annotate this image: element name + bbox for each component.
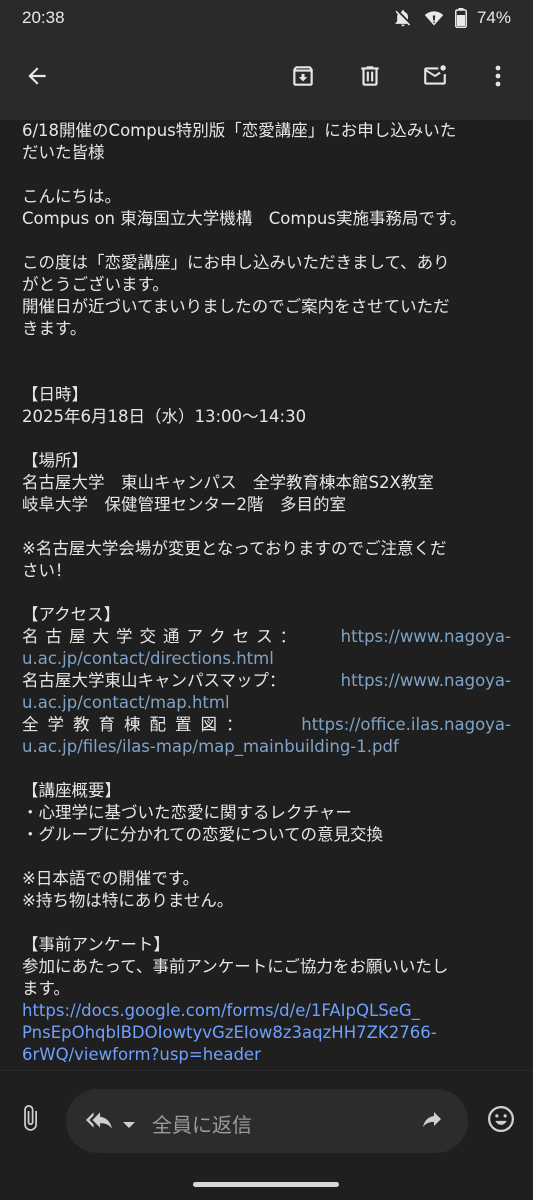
body-line: きます。 [22, 319, 87, 338]
section-heading-overview: 【講座概要】 [22, 781, 121, 800]
attach-icon [16, 1105, 44, 1139]
reply-compose-box[interactable]: 全員に返信 [66, 1089, 468, 1153]
access-label: 全学教育棟配置図： [22, 715, 252, 734]
more-options-button[interactable] [478, 58, 518, 98]
body-line: ※名古屋大学会場が変更となっておりますのでご注意くだ [22, 539, 447, 558]
emoji-button[interactable] [486, 1104, 516, 1138]
emoji-icon [486, 1106, 516, 1138]
body-line: 2025年6月18日（水）13:00〜14:30 [22, 407, 307, 426]
body-line: さい！ [22, 561, 72, 580]
back-arrow-icon [24, 63, 50, 93]
battery-icon [454, 8, 467, 28]
mark-unread-button[interactable] [415, 58, 455, 98]
body-line: Compus on 東海国立大学機構 Compus実施事務局です。 [22, 209, 467, 228]
body-line: ・心理学に基づいた恋愛に関するレクチャー [22, 803, 352, 822]
section-heading-venue: 【場所】 [22, 451, 88, 470]
reply-bar: 全員に返信 [0, 1070, 533, 1175]
more-vert-icon [494, 64, 502, 92]
section-heading-datetime: 【日時】 [22, 385, 88, 404]
access-link[interactable]: u.ac.jp/files/ilas-map/map_mainbuilding-… [22, 736, 511, 758]
body-line: 開催日が近づいてまいりましたのでご案内をさせていただ [22, 297, 450, 316]
back-button[interactable] [17, 58, 57, 98]
delete-button[interactable] [350, 58, 390, 98]
survey-link[interactable]: 6rWQ/viewform?usp=header [22, 1044, 511, 1066]
archive-button[interactable] [283, 58, 323, 98]
body-line: ・グループに分かれての恋愛についての意見交換 [22, 825, 384, 844]
archive-icon [290, 63, 316, 93]
wifi-icon [423, 8, 445, 28]
gesture-nav-handle[interactable] [193, 1182, 339, 1187]
delete-icon [357, 63, 383, 93]
access-link[interactable]: u.ac.jp/contact/directions.html [22, 648, 511, 670]
access-link[interactable]: https://www.nagoya- [341, 670, 511, 692]
access-item: 全学教育棟配置図： https://office.ilas.nagoya- [22, 714, 511, 736]
access-label: 名古屋大学交通アクセス： [22, 627, 304, 646]
status-time: 20:38 [22, 8, 65, 27]
email-body: 6/18開催のCompus特別版「恋愛講座」にお申し込みいた だいた皆様 こんに… [0, 120, 533, 1070]
battery-percent: 74% [476, 8, 511, 27]
survey-link[interactable]: PnsEpOhqblBDOIowtyvGzEIow8z3aqzHH7ZK2766… [22, 1022, 511, 1044]
survey-link[interactable]: https://docs.google.com/forms/d/e/1FAIpQ… [22, 1000, 511, 1022]
body-line: この度は「恋愛講座」にお申し込みいただきまして、あり [22, 253, 450, 272]
body-line: 岐阜大学 保健管理センター2階 多目的室 [22, 495, 346, 514]
body-line: ※持ち物は特にありません。 [22, 891, 234, 910]
email-toolbar [0, 36, 533, 120]
body-line: だいた皆様 [22, 143, 105, 162]
mark-unread-icon [421, 63, 449, 93]
body-line: ます。 [22, 979, 70, 998]
access-item: 名古屋大学東山キャンパスマップ： https://www.nagoya- [22, 670, 511, 692]
body-line: 6/18開催のCompus特別版「恋愛講座」にお申し込みいた [22, 121, 457, 140]
reply-all-icon[interactable] [84, 1107, 114, 1137]
body-line: ※日本語での開催です。 [22, 869, 200, 888]
status-bar: 20:38 74% [0, 0, 533, 36]
access-label: 名古屋大学東山キャンパスマップ： [22, 671, 286, 690]
access-link[interactable]: u.ac.jp/contact/map.html [22, 692, 511, 714]
bell-off-icon [393, 8, 413, 28]
section-heading-access: 【アクセス】 [22, 605, 121, 624]
forward-icon[interactable] [418, 1108, 446, 1136]
dropdown-icon[interactable] [122, 1115, 136, 1134]
attach-button[interactable] [16, 1101, 44, 1139]
access-link[interactable]: https://office.ilas.nagoya- [301, 714, 511, 736]
body-line: 参加にあたって、事前アンケートにご協力をお願いいたし [22, 957, 449, 976]
body-line: がとうございます。 [22, 275, 169, 294]
reply-placeholder: 全員に返信 [152, 1113, 252, 1137]
access-item: 名古屋大学交通アクセス： https://www.nagoya- [22, 626, 511, 648]
status-icons: 74% [393, 8, 511, 28]
body-line: こんにちは。 [22, 187, 121, 206]
body-line: 名古屋大学 東山キャンパス 全学教育棟本館S2X教室 [22, 473, 434, 492]
access-link[interactable]: https://www.nagoya- [341, 626, 511, 648]
section-heading-survey: 【事前アンケート】 [22, 935, 170, 954]
